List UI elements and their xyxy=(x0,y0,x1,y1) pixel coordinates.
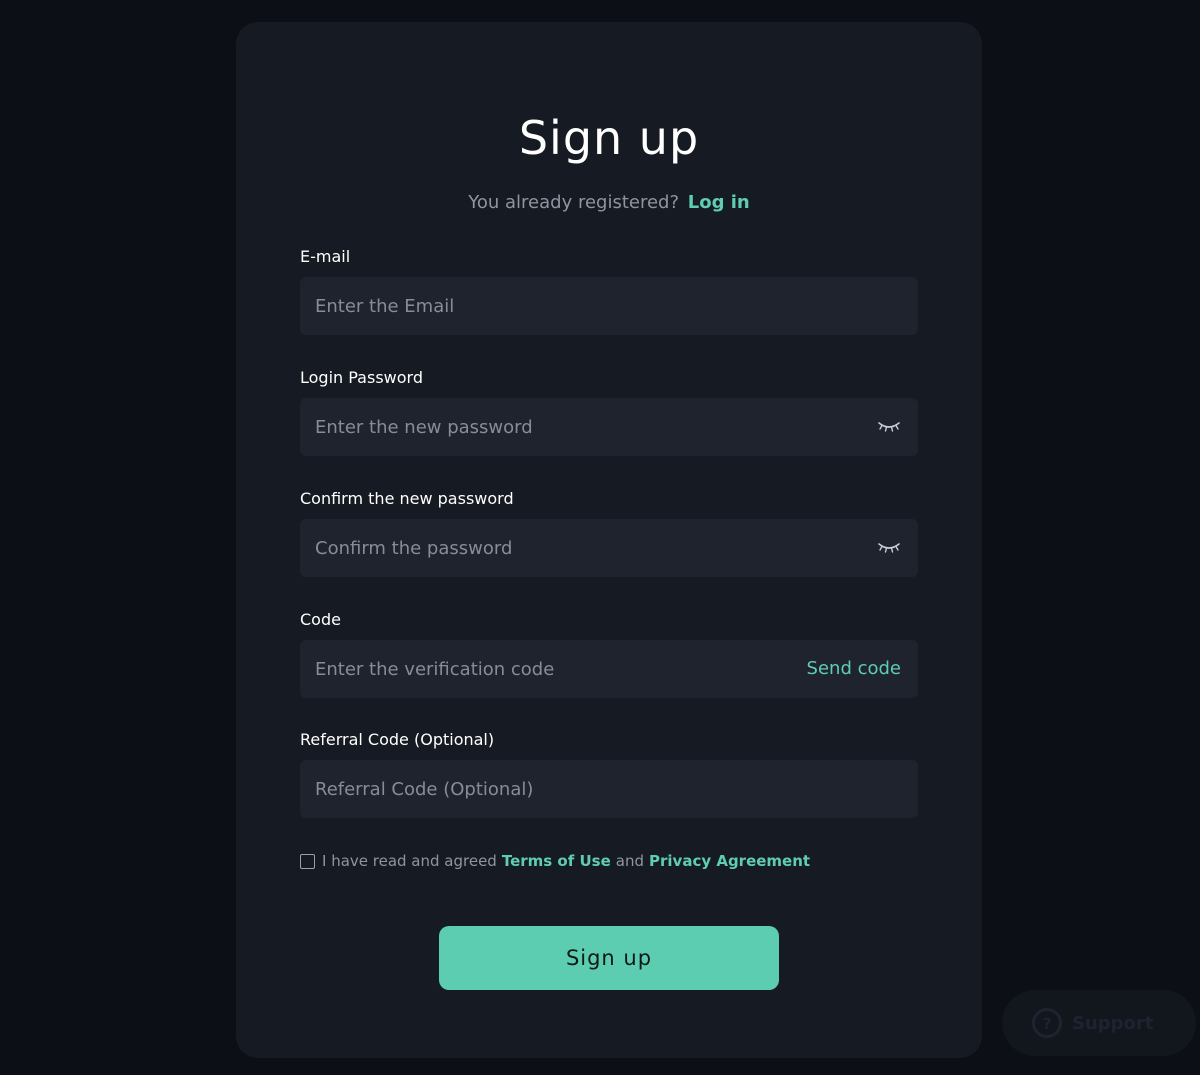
referral-field xyxy=(300,760,918,818)
agreement-text: I have read and agreed xyxy=(322,852,497,870)
eye-closed-icon[interactable] xyxy=(877,419,901,435)
agreement-conjunction: and xyxy=(615,852,645,870)
password-field xyxy=(300,398,918,456)
support-button[interactable]: ? Support xyxy=(1002,990,1196,1056)
privacy-agreement-link[interactable]: Privacy Agreement xyxy=(649,851,810,871)
question-icon: ? xyxy=(1032,1008,1062,1038)
password-label: Login Password xyxy=(300,368,423,387)
send-code-button[interactable]: Send code xyxy=(807,657,901,681)
confirm-password-input[interactable] xyxy=(300,519,918,577)
agreement-row: I have read and agreed Terms of Use and … xyxy=(300,851,815,871)
support-label: Support xyxy=(1072,1012,1154,1034)
signup-button[interactable]: Sign up xyxy=(439,926,779,990)
eye-closed-icon[interactable] xyxy=(877,540,901,556)
email-input[interactable] xyxy=(300,277,918,335)
referral-input[interactable] xyxy=(300,760,918,818)
confirm-password-label: Confirm the new password xyxy=(300,489,514,508)
code-label: Code xyxy=(300,610,341,629)
referral-label: Referral Code (Optional) xyxy=(300,730,495,749)
agreement-checkbox[interactable] xyxy=(300,853,315,869)
email-field xyxy=(300,277,918,335)
page-title: Sign up xyxy=(518,111,700,165)
email-label: E-mail xyxy=(300,247,351,266)
code-field: Send code xyxy=(300,640,918,698)
signup-card: Sign up You already registered? Log in E… xyxy=(236,22,982,1058)
login-link[interactable]: Log in xyxy=(688,192,750,213)
login-prompt: You already registered? Log in xyxy=(236,191,982,215)
password-input[interactable] xyxy=(300,398,918,456)
terms-of-use-link[interactable]: Terms of Use xyxy=(502,851,611,871)
confirm-password-field xyxy=(300,519,918,577)
login-prompt-text: You already registered? xyxy=(468,192,680,213)
